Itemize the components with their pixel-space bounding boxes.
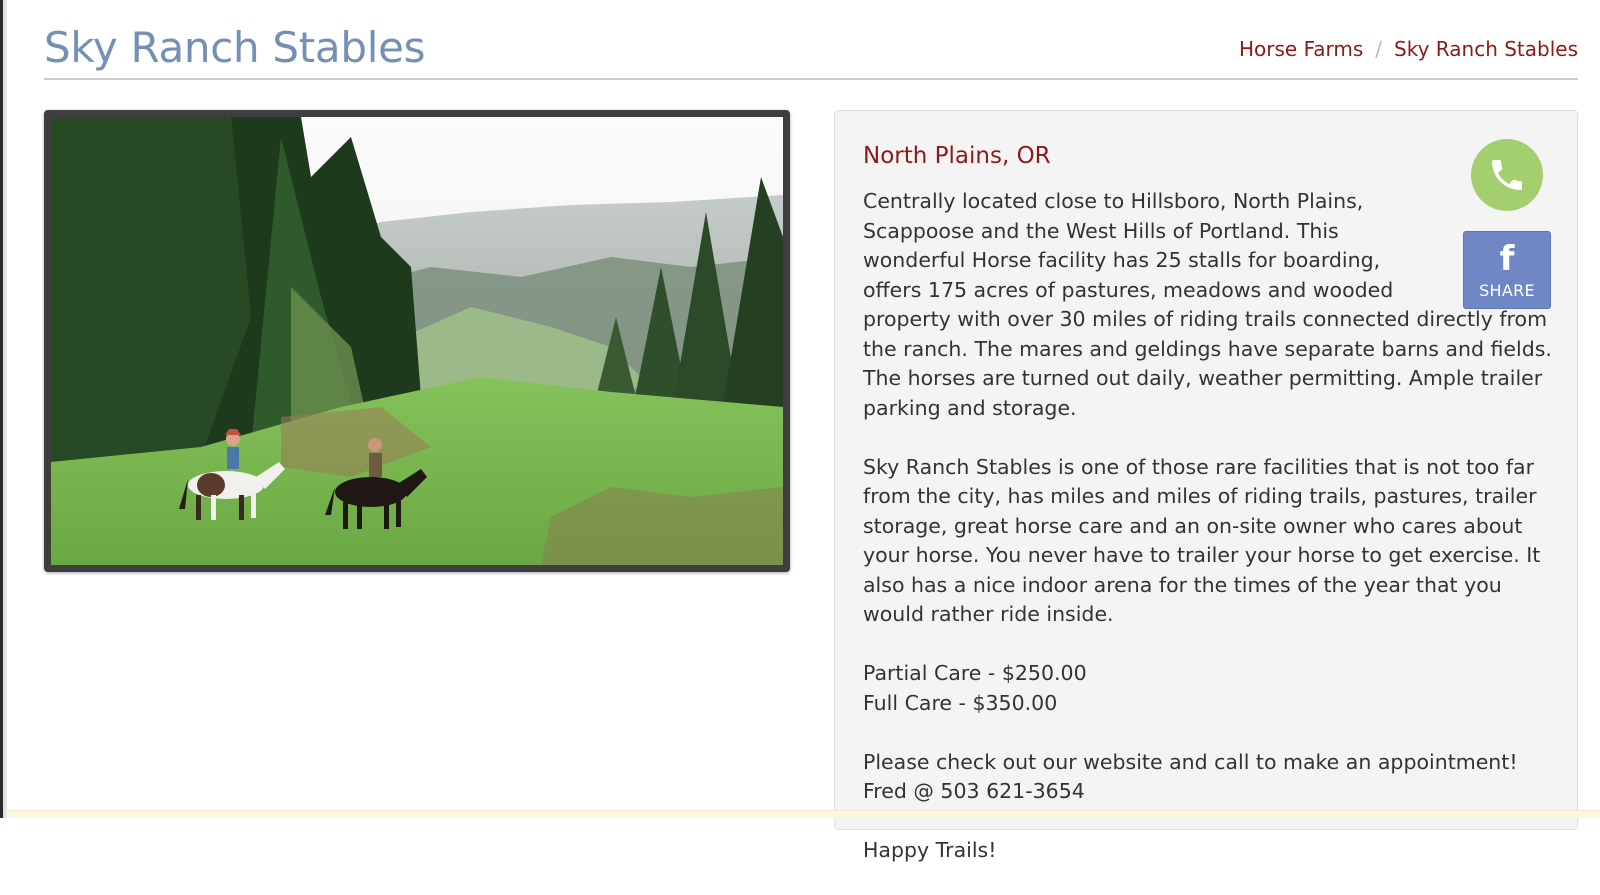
listing-description: Centrally located close to Hillsboro, No… <box>863 187 1563 895</box>
description-paragraph-2: Sky Ranch Stables is one of those rare f… <box>863 453 1563 630</box>
breadcrumb: Horse Farms / Sky Ranch Stables <box>1239 37 1578 61</box>
price-partial-care: Partial Care - $250.00 <box>863 659 1563 689</box>
breadcrumb-link-horse-farms[interactable]: Horse Farms <box>1239 37 1363 61</box>
browser-window-edge <box>0 0 7 818</box>
page-title: Sky Ranch Stables <box>44 24 425 72</box>
listing-photo-frame <box>44 110 790 572</box>
notification-bar-edge <box>7 810 1600 818</box>
page-header: Sky Ranch Stables Horse Farms / Sky Ranch … <box>44 20 1578 80</box>
breadcrumb-separator: / <box>1375 37 1382 61</box>
closing-text: Happy Trails! <box>863 836 1563 866</box>
listing-photo <box>51 117 783 565</box>
breadcrumb-link-current[interactable]: Sky Ranch Stables <box>1394 37 1578 61</box>
price-full-care: Full Care - $350.00 <box>863 689 1563 719</box>
listing-location: North Plains, OR <box>863 143 1051 169</box>
listing-info-panel: North Plains, OR f SHARE Centrally locat… <box>834 110 1578 830</box>
contact-text: Please check out our website and call to… <box>863 748 1563 807</box>
